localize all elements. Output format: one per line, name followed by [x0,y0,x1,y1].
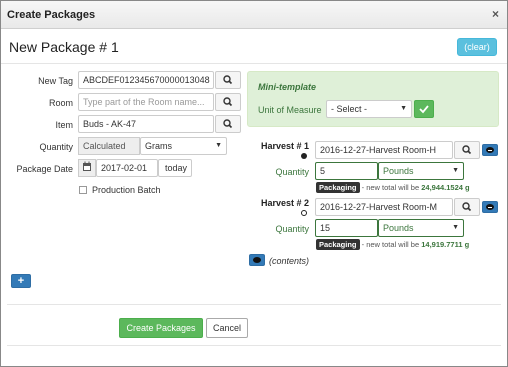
harvest-2-new-total: 14,919.7711 g [421,240,470,249]
room-label: Room [48,98,73,108]
note-prefix: - new total will be [361,240,420,249]
search-icon [223,75,233,85]
harvest-1-unit-select[interactable]: Pounds ▼ [378,162,464,180]
harvest-2-unit-value: Pounds [383,223,414,233]
close-icon[interactable]: × [492,7,499,21]
harvest-2-quantity-label: Quantity [275,224,309,234]
packaging-badge: Packaging [316,182,360,193]
harvest-1-radio[interactable] [301,153,307,159]
harvest-2-radio[interactable] [301,210,307,216]
harvest-1-unit-value: Pounds [383,166,414,176]
mini-template-title: Mini-template [258,82,317,92]
create-packages-dialog: Create Packages × New Package # 1 (clear… [0,0,508,367]
harvest-2-input[interactable]: 2016-12-27-Harvest Room-M [315,198,453,216]
clear-button[interactable]: (clear) [457,38,497,56]
chevron-down-icon: ▼ [452,224,459,231]
apply-uom-button[interactable] [414,100,434,118]
remove-harvest-2-button[interactable] [482,201,498,213]
search-icon [223,119,233,129]
mini-template-panel: Mini-template Unit of Measure - Select -… [247,71,499,127]
room-input[interactable]: Type part of the Room name... [78,93,214,111]
harvest-1-quantity-input[interactable]: 5 [315,162,378,180]
harvest-1-note: Packaging - new total will be 24,944.152… [316,182,470,193]
create-packages-button[interactable]: Create Packages [119,318,203,338]
uom-select-value: - Select - [331,104,368,114]
cancel-button[interactable]: Cancel [206,318,248,338]
package-date-label: Package Date [16,164,73,174]
add-package-button[interactable]: + [11,274,31,288]
item-input[interactable]: Buds - AK-47 [78,115,214,133]
search-icon [223,97,233,107]
quantity-unit-select[interactable]: Grams ▼ [140,137,227,155]
harvest-1-new-total: 24,944.1524 g [421,183,470,192]
search-icon [462,145,472,155]
item-label: Item [55,120,73,130]
check-icon [419,105,429,114]
harvest-1-input[interactable]: 2016-12-27-Harvest Room-H [315,141,453,159]
packaging-badge: Packaging [316,239,360,250]
harvest-2-label: Harvest # 2 [260,198,309,208]
quantity-calculated: Calculated [78,137,140,155]
harvest-2-quantity-input[interactable]: 15 [315,219,378,237]
new-tag-search-button[interactable] [215,71,241,89]
add-contents-button[interactable] [249,254,265,266]
plus-circle-icon [253,257,261,263]
harvest-2-note: Packaging - new total will be 14,919.771… [316,239,470,250]
package-title: New Package # 1 [9,39,119,55]
dialog-footer [7,304,501,346]
dialog-title: Create Packages [7,9,96,21]
quantity-label: Quantity [39,142,73,152]
minus-icon [486,147,494,153]
room-search-button[interactable] [215,93,241,111]
new-tag-input[interactable]: ABCDEF012345670000013048 [78,71,214,89]
divider [1,63,507,64]
harvest-1-label: Harvest # 1 [260,141,309,151]
production-batch-label: Production Batch [92,185,161,195]
chevron-down-icon: ▼ [215,142,222,149]
chevron-down-icon: ▼ [452,167,459,174]
production-batch-checkbox[interactable] [79,186,87,194]
remove-harvest-1-button[interactable] [482,144,498,156]
item-search-button[interactable] [215,115,241,133]
package-date-input[interactable]: 2017-02-01 [96,159,158,177]
today-button[interactable]: today [158,159,192,177]
harvest-2-search-button[interactable] [454,198,480,216]
harvest-2-unit-select[interactable]: Pounds ▼ [378,219,464,237]
harvest-1-quantity-label: Quantity [275,167,309,177]
quantity-unit-value: Grams [145,141,172,151]
harvest-1-search-button[interactable] [454,141,480,159]
chevron-down-icon: ▼ [400,105,407,112]
contents-label: (contents) [269,256,310,266]
minus-icon [486,204,494,210]
uom-select[interactable]: - Select - ▼ [326,100,412,118]
note-prefix: - new total will be [361,183,420,192]
uom-label: Unit of Measure [258,105,322,115]
dialog-titlebar: Create Packages × [1,1,507,29]
new-tag-label: New Tag [38,76,73,86]
calendar-icon[interactable] [78,159,96,177]
search-icon [462,202,472,212]
